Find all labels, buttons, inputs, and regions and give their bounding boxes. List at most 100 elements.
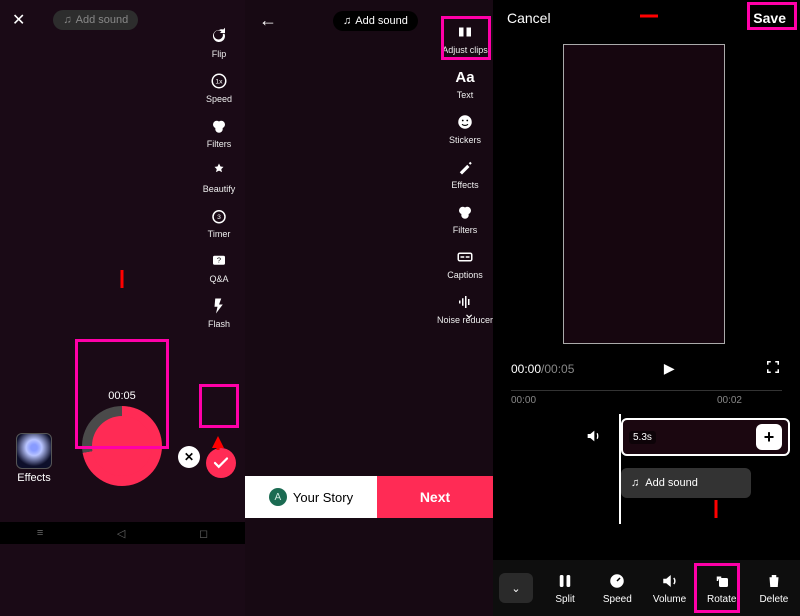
timer-icon: 3 xyxy=(209,206,229,226)
svg-text:3: 3 xyxy=(217,214,221,221)
arrow-to-rotate xyxy=(708,500,726,518)
record-area: 00:05 xyxy=(76,390,168,498)
add-sound-hint[interactable]: ♫ Add sound xyxy=(53,10,138,30)
svg-text:?: ? xyxy=(217,256,221,265)
text-icon: Aa xyxy=(455,67,475,87)
edit-toolbar: ⌄ Split Speed Volume Rotate Delete xyxy=(493,560,800,616)
delete-clip-button[interactable]: ✕ xyxy=(178,446,200,468)
music-note-icon: ♫ xyxy=(63,14,71,26)
tool-label: Captions xyxy=(447,270,483,280)
speed-icon xyxy=(608,571,626,591)
tool-label: Text xyxy=(457,90,474,100)
edit-label: Split xyxy=(555,594,574,605)
adjust-clips-screen: Cancel Save 00:00/00:05 ▶ 00:00 00:02 5.… xyxy=(493,0,800,616)
video-preview[interactable] xyxy=(563,44,725,344)
clip-length: 5.3s xyxy=(629,431,656,444)
tick: 00:00 xyxy=(511,395,536,406)
edit-label: Delete xyxy=(759,594,788,605)
effects-thumbnail xyxy=(16,433,52,469)
add-clip-button[interactable]: + xyxy=(756,424,782,450)
tool-label: Flash xyxy=(208,319,230,329)
music-note-icon: ♫ xyxy=(343,15,351,27)
tool-qa[interactable]: ? Q&A xyxy=(199,251,239,284)
volume-icon xyxy=(661,571,679,591)
time-current: 00:00 xyxy=(511,362,541,376)
qa-icon: ? xyxy=(209,251,229,271)
next-label: Next xyxy=(420,489,450,505)
delete-icon xyxy=(765,571,783,591)
save-button[interactable]: Save xyxy=(753,10,786,26)
tool-effects[interactable]: Effects xyxy=(445,157,485,190)
edit-delete[interactable]: Delete xyxy=(748,571,800,605)
time-duration: /00:05 xyxy=(541,362,574,376)
tool-label: Filters xyxy=(207,139,232,149)
arrow-to-record xyxy=(114,270,132,288)
timeline-ruler: 00:00 00:02 xyxy=(511,390,782,406)
split-icon xyxy=(556,571,574,591)
add-sound-track-label: Add sound xyxy=(645,477,698,489)
tool-text[interactable]: Aa Text xyxy=(445,67,485,100)
back-icon[interactable]: ◁ xyxy=(117,527,125,540)
cancel-button[interactable]: Cancel xyxy=(507,10,551,26)
preview-tools: Adjust clips Aa Text Stickers Effects Fi… xyxy=(445,22,485,325)
tool-label: Filters xyxy=(453,225,478,235)
recents-icon[interactable]: ≡ xyxy=(37,527,43,539)
tool-beautify[interactable]: Beautify xyxy=(199,161,239,194)
your-story-button[interactable]: A Your Story xyxy=(245,476,377,518)
speed-icon: 1x xyxy=(209,71,229,91)
tool-label: Effects xyxy=(451,180,478,190)
arrow-to-confirm xyxy=(210,432,228,450)
arrow-to-save xyxy=(640,10,658,28)
record-screen: ✕ ♫ Add sound Flip 1x Speed Filters Beau… xyxy=(0,0,245,616)
timeline: 5.3s + ♫ Add sound xyxy=(493,414,800,524)
camera-tools: Flip 1x Speed Filters Beautify 3 Timer ?… xyxy=(199,26,239,329)
edit-label: Rotate xyxy=(707,594,736,605)
tool-label: Beautify xyxy=(203,184,236,194)
tool-timer[interactable]: 3 Timer xyxy=(199,206,239,239)
sound-track[interactable]: ♫ Add sound xyxy=(621,468,751,498)
close-icon[interactable]: ✕ xyxy=(12,10,25,30)
add-sound-hint-label: Add sound xyxy=(76,14,129,26)
tool-label: Stickers xyxy=(449,135,481,145)
chevron-down-icon[interactable]: ⌄ xyxy=(463,305,475,322)
play-icon[interactable]: ▶ xyxy=(664,360,675,377)
effects-label: Effects xyxy=(12,472,56,484)
fullscreen-icon[interactable] xyxy=(764,358,782,379)
captions-icon xyxy=(455,247,475,267)
tool-label: Adjust clips xyxy=(442,45,488,55)
back-arrow-icon[interactable]: ← xyxy=(259,10,277,31)
tool-label: Speed xyxy=(206,94,232,104)
tool-adjust-clips[interactable]: Adjust clips xyxy=(445,22,485,55)
edit-volume[interactable]: Volume xyxy=(643,571,695,605)
tool-filters[interactable]: Filters xyxy=(199,116,239,149)
record-timer: 00:05 xyxy=(76,390,168,402)
home-icon[interactable]: ◻ xyxy=(199,527,208,540)
edit-speed[interactable]: Speed xyxy=(591,571,643,605)
edit-label: Speed xyxy=(603,594,632,605)
confirm-button[interactable] xyxy=(206,448,236,478)
tool-stickers[interactable]: Stickers xyxy=(445,112,485,145)
volume-icon-small[interactable] xyxy=(585,428,601,447)
tool-speed[interactable]: 1x Speed xyxy=(199,71,239,104)
tick: 00:02 xyxy=(717,395,742,406)
tool-captions[interactable]: Captions xyxy=(445,247,485,280)
collapse-toolbar-button[interactable]: ⌄ xyxy=(499,573,533,603)
effects-button[interactable]: Effects xyxy=(12,433,56,484)
video-track[interactable]: 5.3s + xyxy=(621,418,790,456)
record-button[interactable] xyxy=(82,406,162,486)
music-note-icon: ♫ xyxy=(631,477,639,489)
tool-flip[interactable]: Flip xyxy=(199,26,239,59)
next-button[interactable]: Next xyxy=(377,476,493,518)
stickers-icon xyxy=(455,112,475,132)
edit-split[interactable]: Split xyxy=(539,571,591,605)
add-sound-label: Add sound xyxy=(355,15,408,27)
playhead[interactable] xyxy=(619,414,621,524)
flip-icon xyxy=(209,26,229,46)
tool-label: Q&A xyxy=(209,274,228,284)
tool-filters[interactable]: Filters xyxy=(445,202,485,235)
add-sound-button[interactable]: ♫ Add sound xyxy=(333,11,418,31)
tool-label: Timer xyxy=(208,229,231,239)
tool-flash[interactable]: Flash xyxy=(199,296,239,329)
flash-icon xyxy=(209,296,229,316)
edit-rotate[interactable]: Rotate xyxy=(696,571,748,605)
